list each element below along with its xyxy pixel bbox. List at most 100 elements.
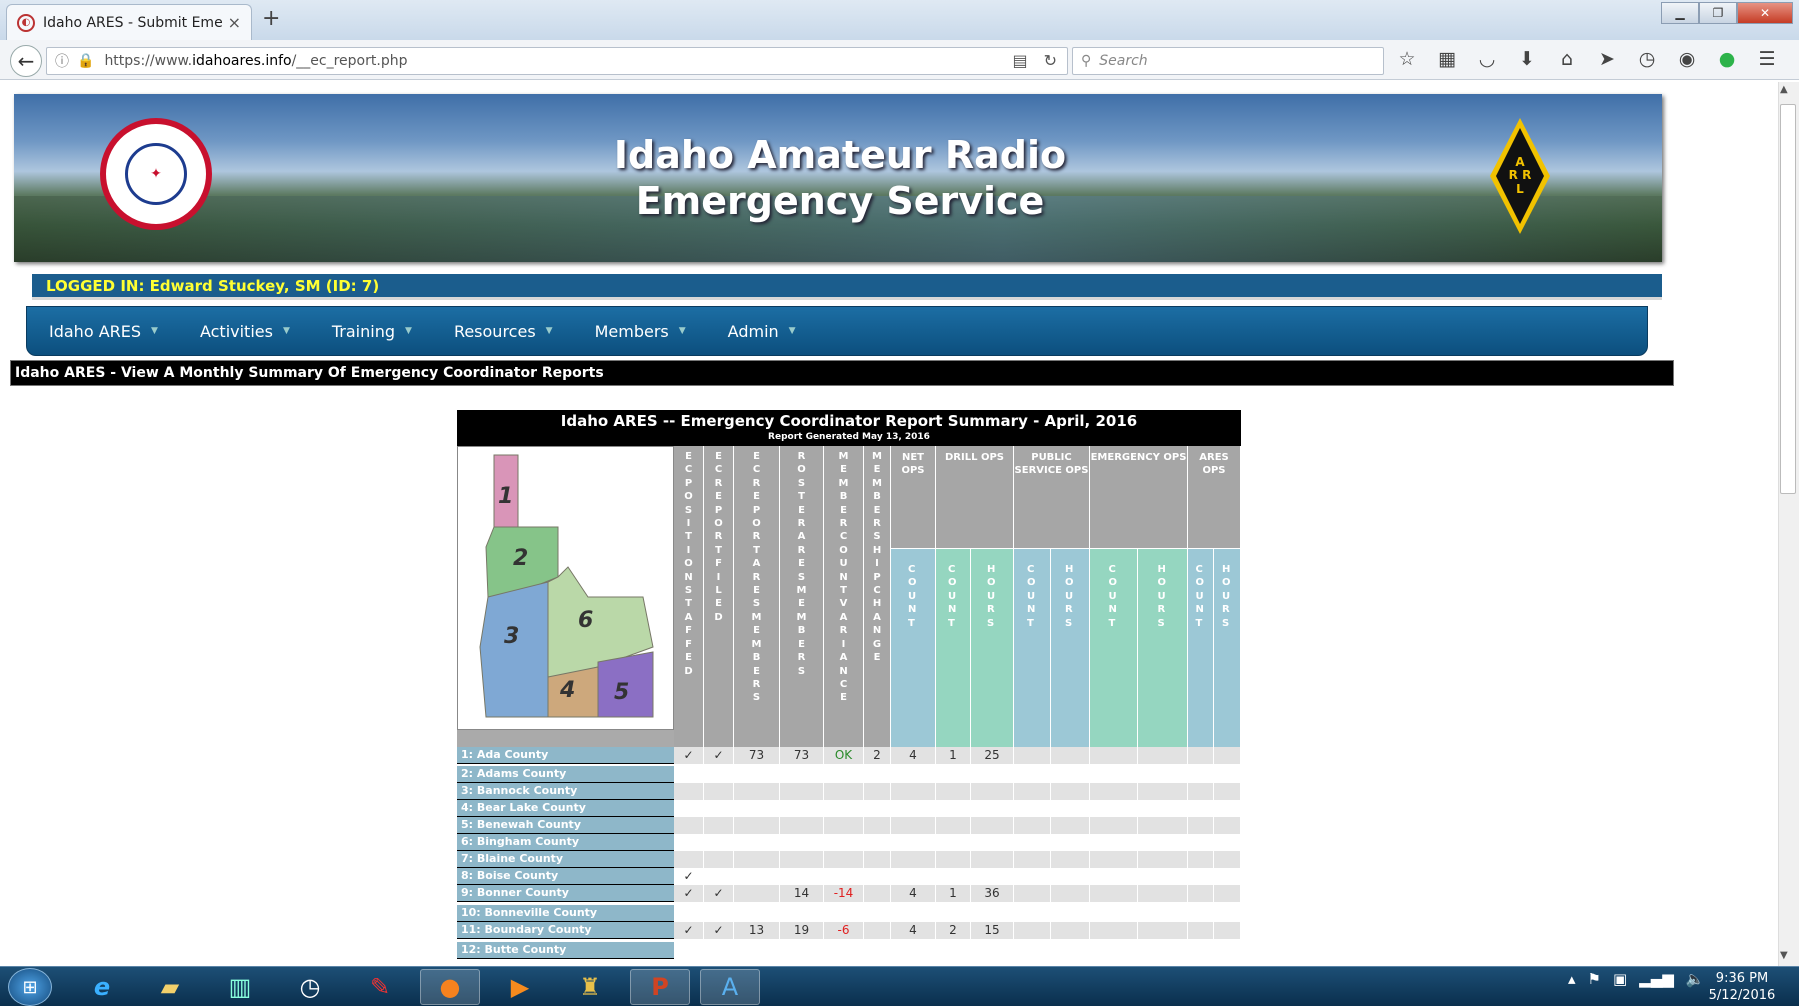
bookmarks-list-icon[interactable]: ▦ xyxy=(1436,48,1458,70)
menu-idaho-ares[interactable]: Idaho ARES ▼ xyxy=(49,322,158,341)
lock-icon: 🔒 xyxy=(77,53,95,69)
cell-roster xyxy=(780,766,824,783)
col-header-label: MEMBERSHIP CHANGE xyxy=(872,451,882,664)
cell-variance xyxy=(824,942,864,959)
cell-empty xyxy=(1214,905,1241,922)
info-icon[interactable]: ⓘ xyxy=(55,51,69,71)
table-row: 9: Bonner County ✓ ✓ 14 -14 4 1 36 xyxy=(457,885,1241,902)
cell-empty xyxy=(1188,766,1214,783)
download-icon[interactable]: ⬇ xyxy=(1516,48,1538,70)
sub-header-label: HOURS xyxy=(1222,564,1231,629)
col-membership-change: MEMBERSHIP CHANGE xyxy=(864,446,891,747)
system-clock[interactable]: 9:36 PM 5/12/2016 xyxy=(1700,970,1784,1004)
scroll-up-arrow-icon[interactable]: ▲ xyxy=(1780,84,1788,95)
cell-empty xyxy=(1090,885,1138,902)
pin-app-icon[interactable]: ✎ xyxy=(350,969,410,1005)
flag-icon[interactable]: ⚑ xyxy=(1588,970,1601,988)
cell-net xyxy=(891,817,936,834)
county-name[interactable]: 9: Bonner County xyxy=(457,885,674,902)
reader-view-icon[interactable]: ▤ xyxy=(1012,51,1027,70)
cell-staffed xyxy=(674,942,704,959)
send-icon[interactable]: ➤ xyxy=(1596,48,1618,70)
scrollbar-thumb[interactable] xyxy=(1780,104,1796,494)
cell-empty xyxy=(1138,885,1188,902)
menu-training[interactable]: Training ▼ xyxy=(332,322,412,341)
restore-icon[interactable]: ❐ xyxy=(1699,2,1737,24)
scroll-down-arrow-icon[interactable]: ▼ xyxy=(1780,950,1788,961)
cell-staffed xyxy=(674,905,704,922)
firefox-icon[interactable]: ● xyxy=(420,969,480,1005)
cell-empty xyxy=(1090,851,1138,868)
bookmark-star-icon[interactable]: ☆ xyxy=(1396,48,1418,70)
menu-members[interactable]: Members ▼ xyxy=(595,322,686,341)
cell-staffed xyxy=(674,834,704,851)
device-icon[interactable]: ▣ xyxy=(1613,970,1627,988)
windows-start-icon[interactable]: ⊞ xyxy=(8,968,52,1006)
county-name[interactable]: 10: Bonneville County xyxy=(457,905,674,922)
idaho-district-map: 1 2 3 4 5 6 xyxy=(457,446,674,730)
new-tab-button[interactable]: + xyxy=(262,6,280,31)
pocket-icon[interactable]: ◡ xyxy=(1476,48,1498,70)
tab-close-icon[interactable]: × xyxy=(228,13,241,32)
banner-title-line2: Emergency Service xyxy=(635,179,1045,223)
county-name[interactable]: 6: Bingham County xyxy=(457,834,674,851)
close-window-icon[interactable]: ✕ xyxy=(1737,2,1793,24)
menu-admin[interactable]: Admin ▼ xyxy=(728,322,796,341)
network-icon[interactable]: ▂▄▆ xyxy=(1639,970,1674,988)
home-icon[interactable]: ⌂ xyxy=(1556,48,1578,70)
control-panel-icon[interactable]: ▥ xyxy=(210,969,270,1005)
address-bar[interactable]: ⓘ 🔒 https://www. idahoares.info/__ec_repo… xyxy=(46,47,1068,75)
county-name[interactable]: 8: Boise County xyxy=(457,868,674,885)
wordpad-icon[interactable]: A xyxy=(700,969,760,1005)
sub-header-label: HOURS xyxy=(987,564,996,629)
minimize-icon[interactable]: ▁ xyxy=(1661,2,1699,24)
cell-filed: ✓ xyxy=(704,922,734,939)
search-placeholder: Search xyxy=(1099,53,1148,69)
county-name[interactable]: 5: Benewah County xyxy=(457,817,674,834)
county-name[interactable]: 7: Blaine County xyxy=(457,851,674,868)
clock-app-icon[interactable]: ◷ xyxy=(280,969,340,1005)
county-name[interactable]: 3: Bannock County xyxy=(457,783,674,800)
tray-expand-icon[interactable]: ▴ xyxy=(1568,970,1576,988)
cell-empty xyxy=(1014,942,1051,959)
col-header-label: EC REPORT ARES MEMBERS xyxy=(751,451,762,704)
sub-emergency-count: COUNT xyxy=(1090,548,1138,747)
menu-resources[interactable]: Resources ▼ xyxy=(454,322,553,341)
county-name[interactable]: 4: Bear Lake County xyxy=(457,800,674,817)
col-header-label: MEMBER COUNT VARIANCE xyxy=(838,451,849,704)
browser-toolbar: ☆ ▦ ◡ ⬇ ⌂ ➤ ◷ ◉ ● ☰ xyxy=(1396,48,1778,70)
group-drill-ops: DRILL OPS xyxy=(936,446,1014,548)
media-player-icon[interactable]: ▶ xyxy=(490,969,550,1005)
county-name[interactable]: 1: Ada County xyxy=(457,747,674,764)
county-name[interactable]: 11: Boundary County xyxy=(457,922,674,939)
cell-net: 4 xyxy=(891,747,936,764)
cell-ec-members xyxy=(734,868,780,885)
sub-public-hours: HOURS xyxy=(1051,548,1090,747)
sub-ares-hours: HOURS xyxy=(1214,548,1241,747)
game-app-icon[interactable]: ♜ xyxy=(560,969,620,1005)
cell-filed xyxy=(704,851,734,868)
county-name[interactable]: 12: Butte County xyxy=(457,942,674,959)
history-icon[interactable]: ◷ xyxy=(1636,48,1658,70)
ares-logo: ✦ xyxy=(100,118,212,230)
cell-empty xyxy=(1051,905,1090,922)
search-input[interactable]: ⚲ Search xyxy=(1072,47,1384,75)
powerpoint-icon[interactable]: P xyxy=(630,969,690,1005)
back-arrow-icon[interactable]: ← xyxy=(10,45,42,77)
cell-empty xyxy=(1090,783,1138,800)
cell-empty xyxy=(1214,834,1241,851)
cell-variance xyxy=(824,766,864,783)
extension-icon[interactable]: ● xyxy=(1716,48,1738,70)
cell-change xyxy=(864,868,891,885)
cell-net: 4 xyxy=(891,922,936,939)
file-explorer-icon[interactable]: ▰ xyxy=(140,969,200,1005)
chat-icon[interactable]: ◉ xyxy=(1676,48,1698,70)
menu-activities[interactable]: Activities ▼ xyxy=(200,322,290,341)
hamburger-menu-icon[interactable]: ☰ xyxy=(1756,48,1778,70)
cell-empty xyxy=(1014,800,1051,817)
internet-explorer-icon[interactable]: e xyxy=(72,969,132,1005)
reload-icon[interactable]: ↻ xyxy=(1044,51,1057,70)
browser-tab[interactable]: ◐ Idaho ARES - Submit Emer... × xyxy=(6,4,252,40)
county-name[interactable]: 2: Adams County xyxy=(457,766,674,783)
cell-drill-hours xyxy=(971,868,1014,885)
